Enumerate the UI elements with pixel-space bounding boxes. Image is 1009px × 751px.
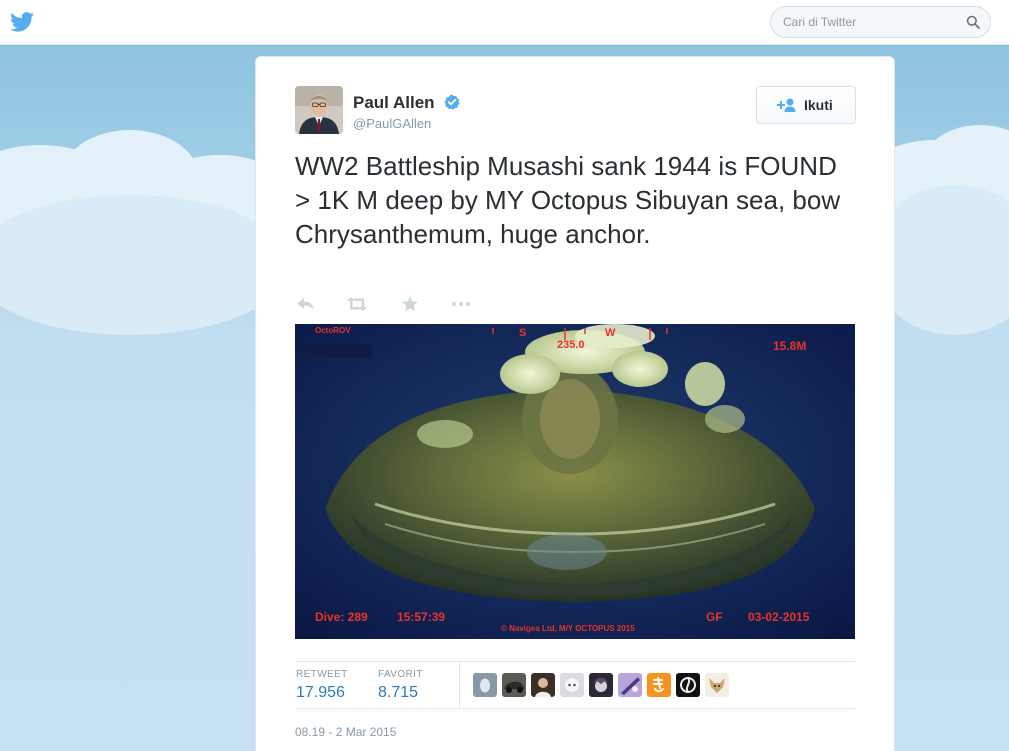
overlay-depth: 15.8M [773, 339, 807, 353]
follow-button-label: Ikuti [804, 97, 833, 113]
avatar-car[interactable] [502, 673, 526, 697]
favorite-label[interactable]: FAVORIT [378, 669, 423, 680]
overlay-copyright: © Navigea Ltd, M/Y OCTOPUS 2015 [501, 624, 635, 633]
tweet-card: Paul Allen @PaulGAllen Ikuti WW2 Battles… [255, 56, 895, 751]
stats-separator [459, 662, 460, 708]
avatar-anime-white[interactable] [560, 673, 584, 697]
tweet-photo[interactable]: OctoROV S W 235.0 15.8M Dive: 289 15:57:… [295, 324, 855, 639]
reply-icon[interactable] [295, 295, 317, 313]
avatar-grey-egg[interactable] [473, 673, 497, 697]
overlay-heading: 235.0 [557, 339, 585, 351]
more-icon[interactable] [450, 295, 472, 313]
author-name[interactable]: Paul Allen [353, 93, 435, 113]
favorite-icon[interactable] [399, 295, 421, 313]
overlay-rov-label: OctoROV [315, 326, 351, 335]
avatar-anime-fox[interactable] [705, 673, 729, 697]
top-navigation-bar [0, 0, 1009, 45]
search-box[interactable] [770, 6, 991, 38]
follow-user-icon [777, 98, 796, 112]
author-handle[interactable]: @PaulGAllen [353, 116, 431, 131]
tweet-actions [295, 295, 495, 315]
avatar-orange-ki[interactable] [647, 673, 671, 697]
overlay-time: 15:57:39 [397, 610, 446, 624]
search-input[interactable] [783, 14, 963, 30]
retweet-icon[interactable] [346, 295, 368, 313]
retweet-count[interactable]: 17.956 [296, 684, 345, 702]
search-icon[interactable] [966, 15, 980, 29]
avatar-purple-art[interactable] [618, 673, 642, 697]
overlay-dive: Dive: 289 [315, 610, 368, 624]
stats-divider-bottom [295, 708, 855, 709]
overlay-compass-s: S [519, 327, 527, 339]
favorite-count[interactable]: 8.715 [378, 684, 418, 702]
overlay-compass-w: W [605, 327, 616, 339]
verified-badge-icon [444, 94, 460, 110]
twitter-bird-icon[interactable] [10, 12, 34, 32]
stats-divider-top [295, 661, 855, 662]
avatar-black-swirl[interactable] [676, 673, 700, 697]
musashi-wreck-image [295, 324, 855, 639]
tweet-timestamp[interactable]: 08.19 - 2 Mar 2015 [295, 725, 396, 739]
follow-button[interactable]: Ikuti [756, 86, 856, 124]
retweet-label[interactable]: RETWEET [296, 669, 348, 680]
tweet-text: WW2 Battleship Musashi sank 1944 is FOUN… [295, 151, 841, 249]
overlay-date: 03-02-2015 [748, 610, 810, 624]
overlay-gf: GF [706, 610, 723, 624]
avatar-person[interactable] [531, 673, 555, 697]
author-avatar[interactable] [295, 86, 343, 134]
avatar-anime-dark[interactable] [589, 673, 613, 697]
